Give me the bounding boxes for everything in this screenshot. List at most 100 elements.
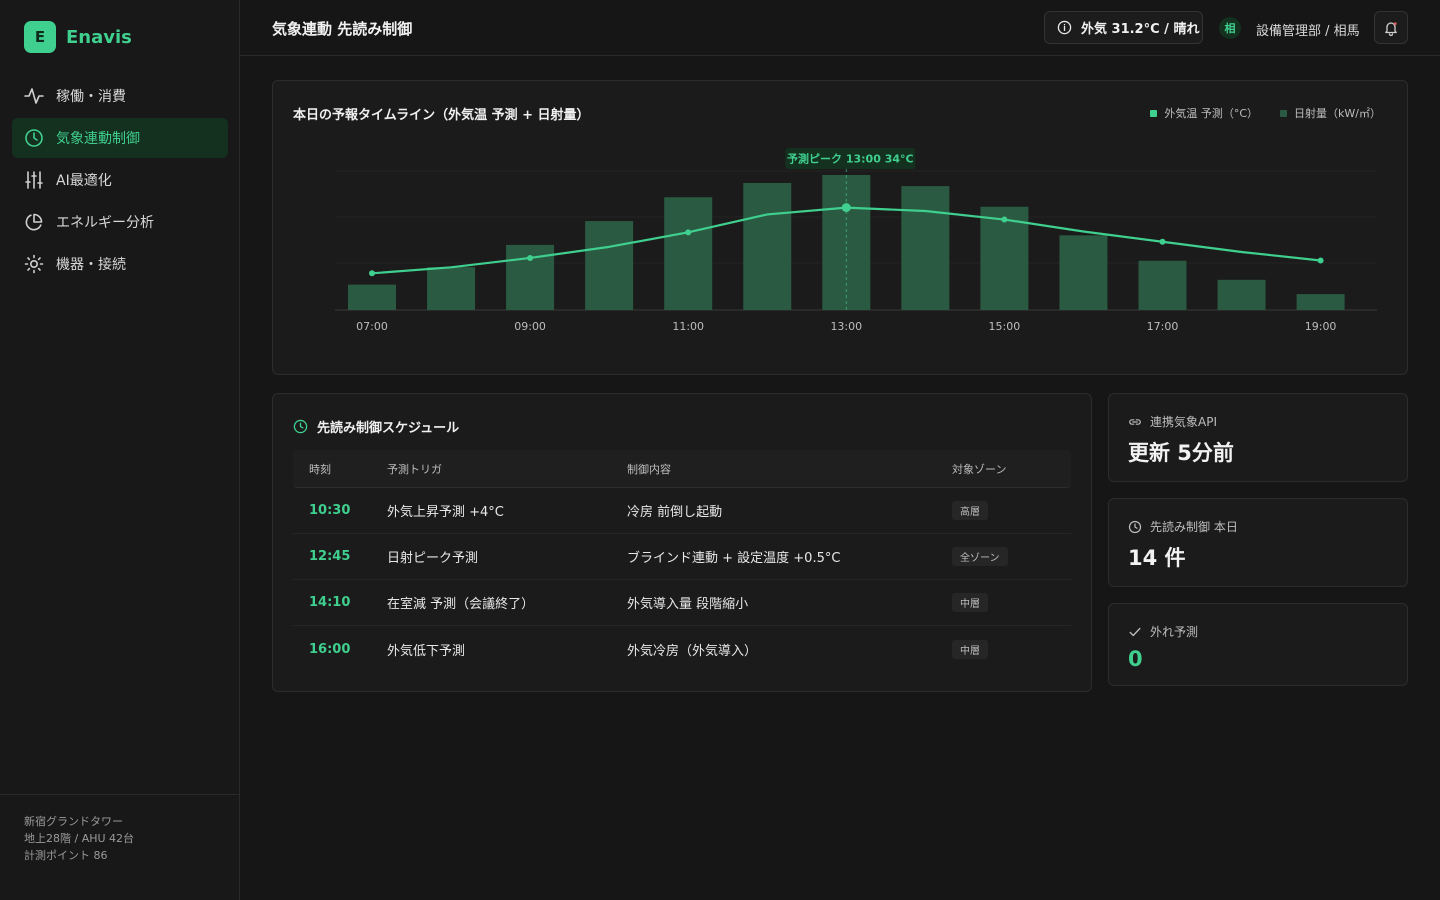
irradiance-bar — [1217, 279, 1266, 310]
irradiance-bar — [664, 197, 713, 310]
temperature-point — [841, 203, 851, 213]
bell-icon — [1385, 21, 1397, 36]
link-icon — [1129, 418, 1141, 425]
temperature-point — [527, 254, 534, 261]
schedule-title: 先読み制御スケジュール — [317, 421, 460, 436]
forecast-chart: 予測ピーク 13:00 34°C 07:00 09:00 11:00 13:00 15:0… — [335, 148, 1377, 333]
sidebar-item-energy-analysis[interactable]: エネルギー分析 — [12, 202, 228, 242]
sidebar-item-label: 気象連動制御 — [56, 131, 140, 147]
temperature-point — [1159, 238, 1166, 245]
sidebar-item-devices[interactable]: 機器・接続 — [12, 244, 228, 284]
x-tick-label: 07:00 — [356, 320, 388, 333]
activity-icon — [24, 86, 44, 106]
sidebar-nav: 稼働・消費 気象連動制御 AI最適化 エネルギー分析 機器・接続 — [12, 76, 228, 286]
temperature-point — [369, 270, 375, 277]
irradiance-bar — [743, 182, 792, 310]
x-tick-label: 17:00 — [1147, 320, 1179, 333]
irradiance-bar — [1296, 294, 1345, 310]
stat-card-predictive-count: 先読み制御 本日 14 件 — [1108, 498, 1408, 587]
row-time: 12:45 — [309, 549, 351, 564]
x-tick-label: 15:00 — [989, 320, 1021, 333]
forecast-chart-card: 予測ピーク 13:00 34°C 07:00 09:00 11:00 13:00 15:0… — [272, 80, 1408, 375]
legend-label: 日射量（kW/㎡） — [1294, 107, 1381, 120]
irradiance-bar — [1138, 260, 1187, 310]
stat-value: 更新 5分前 — [1128, 441, 1234, 465]
sidebar-item-ai-optimization[interactable]: AI最適化 — [12, 160, 228, 200]
clock-icon — [293, 419, 308, 434]
temperature-point — [685, 229, 692, 236]
row-action: 外気導入量 段階縮小 — [627, 597, 749, 612]
legend-swatch-irradiance — [1280, 109, 1288, 117]
check-icon — [1129, 627, 1141, 636]
sliders-icon — [24, 170, 44, 190]
sidebar-item-weather-control[interactable]: 気象連動制御 — [12, 118, 228, 158]
stat-label: 先読み制御 本日 — [1128, 518, 1238, 535]
row-trigger: 外気上昇予測 +4°C — [387, 505, 504, 520]
chart-legend: 外気温 予測（°C） 日射量（kW/㎡） — [1128, 105, 1381, 121]
stat-value: 14 件 — [1128, 546, 1186, 570]
column-header-action: 制御内容 — [627, 462, 671, 476]
weather-text: 外気 31.2°C / 晴れ — [1081, 22, 1200, 37]
sidebar-item-label: 機器・接続 — [56, 257, 126, 273]
table-header: 時刻 予測トリガ 制御内容 対象ゾーン — [293, 450, 1071, 488]
row-trigger: 外気低下予測 — [387, 643, 466, 659]
stat-label-text: 連携気象API — [1150, 415, 1217, 429]
stat-label: 連携気象API — [1128, 413, 1217, 430]
table-row[interactable]: 12:45 日射ピーク予測 ブラインド連動 + 設定温度 +0.5°C 全ゾーン — [293, 534, 1071, 580]
row-trigger: 在室減 予測（会議終了） — [387, 597, 535, 612]
page-title: 気象連動 先読み制御 — [272, 20, 413, 38]
schedule-table: 時刻 予測トリガ 制御内容 対象ゾーン 10:30 外気上昇予測 +4°C 冷房… — [293, 450, 1071, 672]
row-trigger: 日射ピーク予測 — [387, 551, 479, 566]
site-floors: 地上28階 / AHU 42台 — [24, 832, 135, 845]
zone-badge: 全ゾーン — [952, 547, 1008, 566]
column-header-time: 時刻 — [309, 462, 331, 476]
pie-chart-icon — [24, 212, 44, 232]
irradiance-bar — [427, 267, 476, 310]
irradiance-bar — [901, 186, 950, 310]
zone-badge: 高層 — [952, 501, 988, 520]
x-tick-label: 11:00 — [672, 320, 704, 333]
info-icon — [1057, 20, 1072, 35]
avatar[interactable]: 相 — [1219, 17, 1241, 39]
stat-card-missed-predictions: 外れ予測 0 — [1108, 603, 1408, 686]
sidebar: E Enavis 稼働・消費 気象連動制御 AI最適化 エネルギー分析 機器・接… — [0, 0, 240, 900]
legend-temperature: 外気温 予測（°C） — [1150, 105, 1258, 121]
sidebar-item-label: 稼働・消費 — [56, 89, 126, 105]
zone-badge: 中層 — [952, 593, 988, 612]
sidebar-item-label: AI最適化 — [56, 173, 112, 189]
temperature-point — [1001, 216, 1008, 223]
row-action: 冷房 前倒し起動 — [627, 505, 723, 520]
site-info: 新宿グランドタワー 地上28階 / AHU 42台 計測ポイント 86 — [0, 794, 239, 900]
user-name[interactable]: 設備管理部 / 相馬 — [1256, 20, 1360, 39]
column-header-zone: 対象ゾーン — [952, 462, 1007, 476]
site-building: 新宿グランドタワー — [24, 815, 123, 828]
stat-value: 0 — [1128, 647, 1143, 671]
irradiance-bar — [585, 221, 634, 310]
temperature-point — [1317, 257, 1324, 264]
stat-label: 外れ予測 — [1128, 623, 1198, 640]
sidebar-item-operation[interactable]: 稼働・消費 — [12, 76, 228, 116]
site-points: 計測ポイント 86 — [24, 849, 108, 862]
zone-badge: 中層 — [952, 639, 988, 659]
table-row[interactable]: 16:00 外気低下予測 外気冷房（外気導入） 中層 — [293, 626, 1071, 672]
clock-icon — [24, 128, 44, 148]
clock-icon — [1128, 520, 1142, 533]
schedule-header: 先読み制御スケジュール — [293, 417, 459, 436]
row-action: 外気冷房（外気導入） — [627, 643, 758, 659]
row-action: ブラインド連動 + 設定温度 +0.5°C — [627, 551, 841, 566]
peak-label: 予測ピーク 13:00 34°C — [787, 152, 914, 166]
legend-swatch-temperature — [1150, 109, 1158, 117]
x-tick-label: 19:00 — [1305, 320, 1337, 333]
sun-gear-icon — [24, 254, 44, 274]
brand[interactable]: E Enavis — [24, 21, 132, 53]
topbar: 気象連動 先読み制御 外気 31.2°C / 晴れ 相 設備管理部 / 相馬 — [240, 0, 1440, 56]
weather-chip[interactable]: 外気 31.2°C / 晴れ — [1044, 11, 1203, 44]
column-header-trigger: 予測トリガ — [387, 462, 442, 476]
legend-label: 外気温 予測（°C） — [1164, 107, 1259, 120]
notification-button[interactable] — [1374, 11, 1408, 44]
table-row[interactable]: 10:30 外気上昇予測 +4°C 冷房 前倒し起動 高層 — [293, 488, 1071, 534]
table-row[interactable]: 14:10 在室減 予測（会議終了） 外気導入量 段階縮小 中層 — [293, 580, 1071, 626]
stat-label-text: 外れ予測 — [1150, 625, 1199, 639]
sidebar-item-label: エネルギー分析 — [56, 215, 154, 231]
brand-logo: E — [24, 21, 56, 53]
